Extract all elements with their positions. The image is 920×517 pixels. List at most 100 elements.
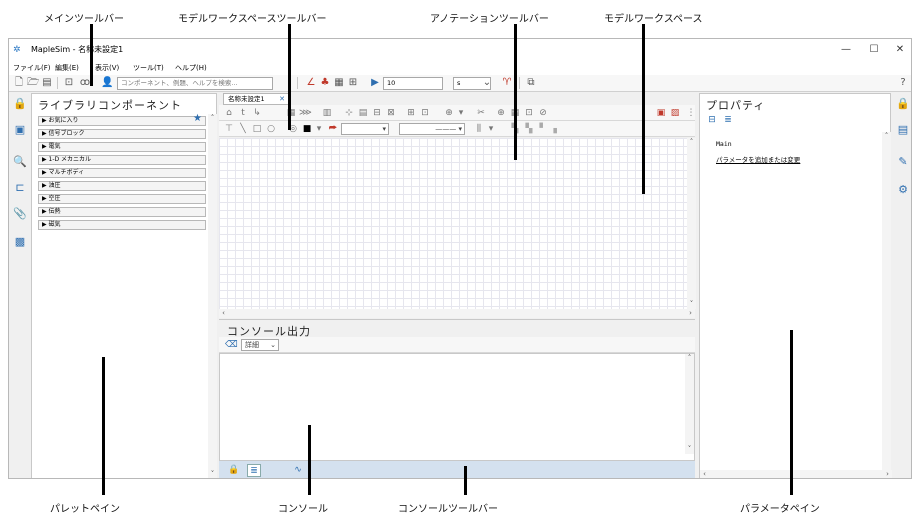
ungroup-icon[interactable]: ⊠ <box>385 107 397 119</box>
category-favorites[interactable]: ▶ お気に入り ★ <box>38 114 206 126</box>
params-vscrollbar[interactable]: ˄ <box>882 132 891 470</box>
scroll-down-icon[interactable]: ˅ <box>685 445 694 454</box>
category-hydraulic[interactable]: ▶ 油圧 <box>38 181 206 191</box>
menu-help[interactable]: ヘルプ(H) <box>175 63 207 73</box>
add-port-icon[interactable]: ⊕ <box>495 107 507 119</box>
scroll-down-icon[interactable]: ˅ <box>208 470 217 478</box>
help-icon[interactable]: ? <box>897 77 909 89</box>
notes-tab-icon[interactable]: ≣ <box>722 114 734 126</box>
grid-view-icon[interactable]: ▦ <box>285 107 297 119</box>
animation-icon[interactable]: ▨ <box>669 107 681 119</box>
params-hscrollbar[interactable]: ‹ › <box>700 470 892 478</box>
settings-tools-icon[interactable]: ⚙ <box>896 183 910 197</box>
attachments-icon[interactable]: 📎 <box>13 207 27 221</box>
category-signal-blocks[interactable]: ▶ 信号ブロック <box>38 129 206 139</box>
save-icon[interactable]: ▤ <box>41 77 53 89</box>
align-icon[interactable]: ⊹ <box>343 107 355 119</box>
scroll-right-icon[interactable]: › <box>686 309 695 318</box>
scroll-up-icon[interactable]: ˄ <box>685 354 694 363</box>
rotate-icon[interactable]: ⊡ <box>419 107 431 119</box>
scroll-right-icon[interactable]: › <box>883 470 892 478</box>
open-folder-icon[interactable]: 🗁 <box>27 77 39 89</box>
go-back-icon[interactable]: ↳ <box>251 107 263 119</box>
fill-color-icon[interactable]: ■ <box>301 123 313 135</box>
add-parameter-link[interactable]: パラメータを追加または変更 <box>716 154 800 164</box>
go-up-icon[interactable]: t <box>237 107 249 119</box>
scroll-up-icon[interactable]: ˄ <box>208 114 217 123</box>
library-components-icon[interactable]: ▣ <box>13 123 27 137</box>
custom-library-icon[interactable]: ▩ <box>13 235 27 249</box>
line-color-icon[interactable]: ⮫ <box>327 123 339 135</box>
wire-icon[interactable]: ⋙ <box>299 107 312 119</box>
send-back-icon[interactable]: ▚ <box>523 123 535 135</box>
category-multibody[interactable]: ▶ マルチボディ <box>38 168 206 178</box>
line-width-select[interactable]: ——— ▾ <box>399 123 465 135</box>
category-magnetic[interactable]: ▶ 磁気 <box>38 220 206 230</box>
close-button[interactable]: ✕ <box>887 42 911 58</box>
chevron-down-icon[interactable]: ▾ <box>455 107 467 119</box>
properties-icon[interactable]: ▤ <box>896 123 910 137</box>
search-input[interactable]: コンポーネント、例題、ヘルプを検索... <box>117 77 273 90</box>
lock-icon[interactable]: 🔒 <box>896 97 910 111</box>
ellipse-icon[interactable]: ○ <box>265 123 277 135</box>
send-backward-icon[interactable]: ▖ <box>551 123 563 135</box>
scroll-up-icon[interactable]: ˄ <box>687 138 696 147</box>
export-icon[interactable]: ⊞ <box>347 77 359 89</box>
probe-icon[interactable]: ♈ <box>501 77 513 89</box>
menu-tools[interactable]: ツール(T) <box>133 63 164 73</box>
new-file-icon[interactable]: 🗋 <box>13 77 25 89</box>
text-annotation-icon[interactable]: ⊤ <box>223 123 235 135</box>
bring-forward-icon[interactable]: ▘ <box>537 123 549 135</box>
flip-icon[interactable]: ⊞ <box>405 107 417 119</box>
maximize-button[interactable]: ☐ <box>861 42 887 58</box>
more-icon[interactable]: ⋮ <box>685 107 697 119</box>
3d-view-icon[interactable]: ▣ <box>655 107 667 119</box>
rectangle-icon[interactable]: □ <box>251 123 263 135</box>
user-icon[interactable]: 👤 <box>101 77 113 89</box>
lock-icon[interactable]: 🔒 <box>227 464 241 477</box>
group-icon[interactable]: ⊟ <box>371 107 383 119</box>
palette-scrollbar[interactable]: ˄ ˅ <box>208 114 217 478</box>
wrench-icon[interactable]: ✎ <box>896 155 910 169</box>
sim-time-input[interactable]: 10 <box>383 77 443 90</box>
line-style-select[interactable]: ▾ <box>341 123 389 135</box>
image-icon[interactable]: ⊡ <box>63 77 75 89</box>
scroll-left-icon[interactable]: ‹ <box>219 309 228 318</box>
signal-waveform-icon[interactable]: ∿ <box>291 464 305 477</box>
grid-table-icon[interactable]: ▦ <box>333 77 345 89</box>
workspace-hscrollbar[interactable]: ‹ › <box>219 309 695 318</box>
menu-edit[interactable]: 編集(E) <box>55 63 79 73</box>
chevron-down-icon[interactable]: ▾ <box>313 123 325 135</box>
tab-untitled1[interactable]: 名称未設定1 ✕ <box>223 93 289 105</box>
scroll-left-icon[interactable]: ‹ <box>700 470 709 478</box>
tab-close-icon[interactable]: ✕ <box>279 94 285 104</box>
parameters-tab-icon[interactable]: ⊟ <box>706 114 718 126</box>
menu-file[interactable]: ファイル(F) <box>13 63 51 73</box>
search-document-icon[interactable]: 🔍 <box>13 155 27 169</box>
model-tree-icon[interactable]: ⊏ <box>13 181 27 195</box>
disable-icon[interactable]: ⊘ <box>537 107 549 119</box>
scroll-up-icon[interactable]: ˄ <box>882 132 891 141</box>
plot-icon[interactable]: ∠ <box>305 77 317 89</box>
model-workspace-canvas[interactable] <box>219 138 687 309</box>
category-1d-mechanical[interactable]: ▶ 1-D メカニカル <box>38 155 206 165</box>
arrow-style-icon[interactable]: ⫼ <box>473 123 485 135</box>
disconnect-icon[interactable]: ✂ <box>475 107 487 119</box>
multibody-icon[interactable]: ♣ <box>319 77 331 89</box>
category-pneumatic[interactable]: ▶ 空圧 <box>38 194 206 204</box>
line-icon[interactable]: ╲ <box>237 123 249 135</box>
window-icon[interactable]: ⊡ <box>523 107 535 119</box>
home-icon[interactable]: ⌂ <box>223 107 235 119</box>
eraser-icon[interactable]: ⌫ <box>225 339 238 351</box>
run-simulation-icon[interactable]: ▶ <box>369 77 381 89</box>
detail-level-select[interactable]: 詳細 ⌄ <box>241 339 279 351</box>
subsystem-icon[interactable]: ▥ <box>321 107 333 119</box>
minimize-button[interactable]: — <box>833 42 859 58</box>
chevron-down-icon[interactable]: ▾ <box>485 123 497 135</box>
console-output[interactable]: ˄ ˅ <box>219 353 695 461</box>
snapshot-icon[interactable]: ⧉ <box>525 77 537 89</box>
console-log-icon[interactable]: ≣ <box>247 464 261 477</box>
workspace-vscrollbar[interactable]: ˄ ˅ <box>687 138 696 309</box>
zoom-icon[interactable]: ⊕ <box>443 107 455 119</box>
category-thermal[interactable]: ▶ 伝熱 <box>38 207 206 217</box>
